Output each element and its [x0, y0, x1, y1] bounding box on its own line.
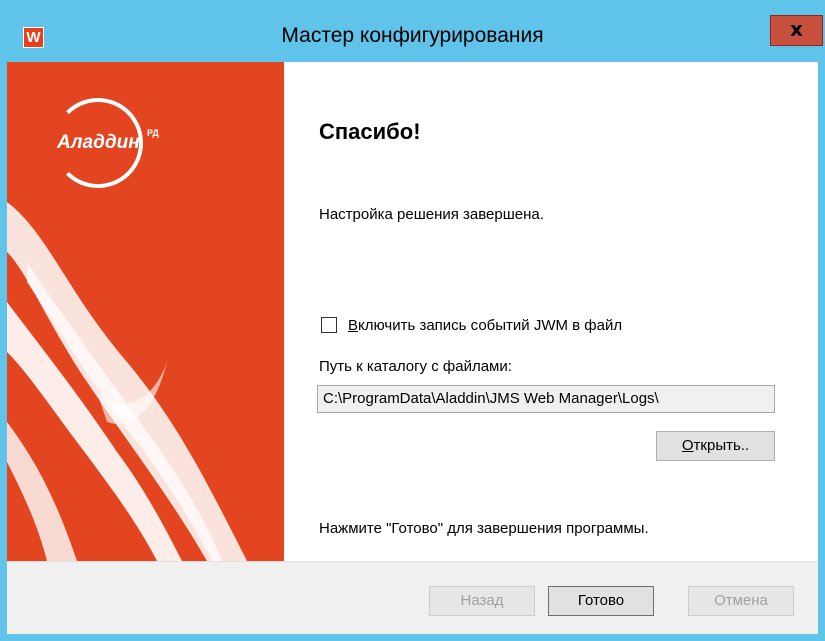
button-bar: Назад Готово Отмена: [7, 561, 818, 634]
wizard-window: W Мастер конфигурирования x Аладдин РД С…: [0, 0, 825, 641]
path-label: Путь к каталогу с файлами:: [319, 358, 512, 375]
side-banner: Аладдин РД: [7, 62, 284, 561]
log-path-field[interactable]: C:\ProgramData\Aladdin\JMS Web Manager\L…: [317, 385, 775, 413]
wizard-client-area: Аладдин РД Спасибо! Настройка решения за…: [7, 62, 818, 634]
back-button[interactable]: Назад: [429, 586, 535, 616]
finish-hint: Нажмите "Готово" для завершения программ…: [319, 520, 649, 537]
status-message: Настройка решения завершена.: [319, 206, 544, 223]
title-bar[interactable]: W Мастер конфигурирования x: [0, 0, 825, 62]
jwm-log-checkbox[interactable]: [321, 317, 337, 333]
window-title: Мастер конфигурирования: [281, 24, 544, 47]
cancel-button[interactable]: Отмена: [688, 586, 794, 616]
open-button-text: ткрыть..: [693, 437, 750, 454]
open-folder-button[interactable]: Открыть..: [656, 431, 775, 461]
open-accel-key: О: [681, 437, 694, 454]
checkbox-accel-key: В: [348, 317, 359, 334]
page-title: Спасибо!: [319, 119, 421, 144]
jwm-log-checkbox-label[interactable]: Включить запись событий JWM в файл: [348, 317, 622, 334]
finish-button[interactable]: Готово: [548, 586, 654, 616]
checkbox-label-text: ключить запись событий JWM в файл: [358, 317, 623, 334]
content-panel: Спасибо! Настройка решения завершена. Вк…: [284, 62, 818, 561]
close-icon[interactable]: x: [770, 15, 823, 46]
banner-brush-art: [7, 202, 247, 561]
